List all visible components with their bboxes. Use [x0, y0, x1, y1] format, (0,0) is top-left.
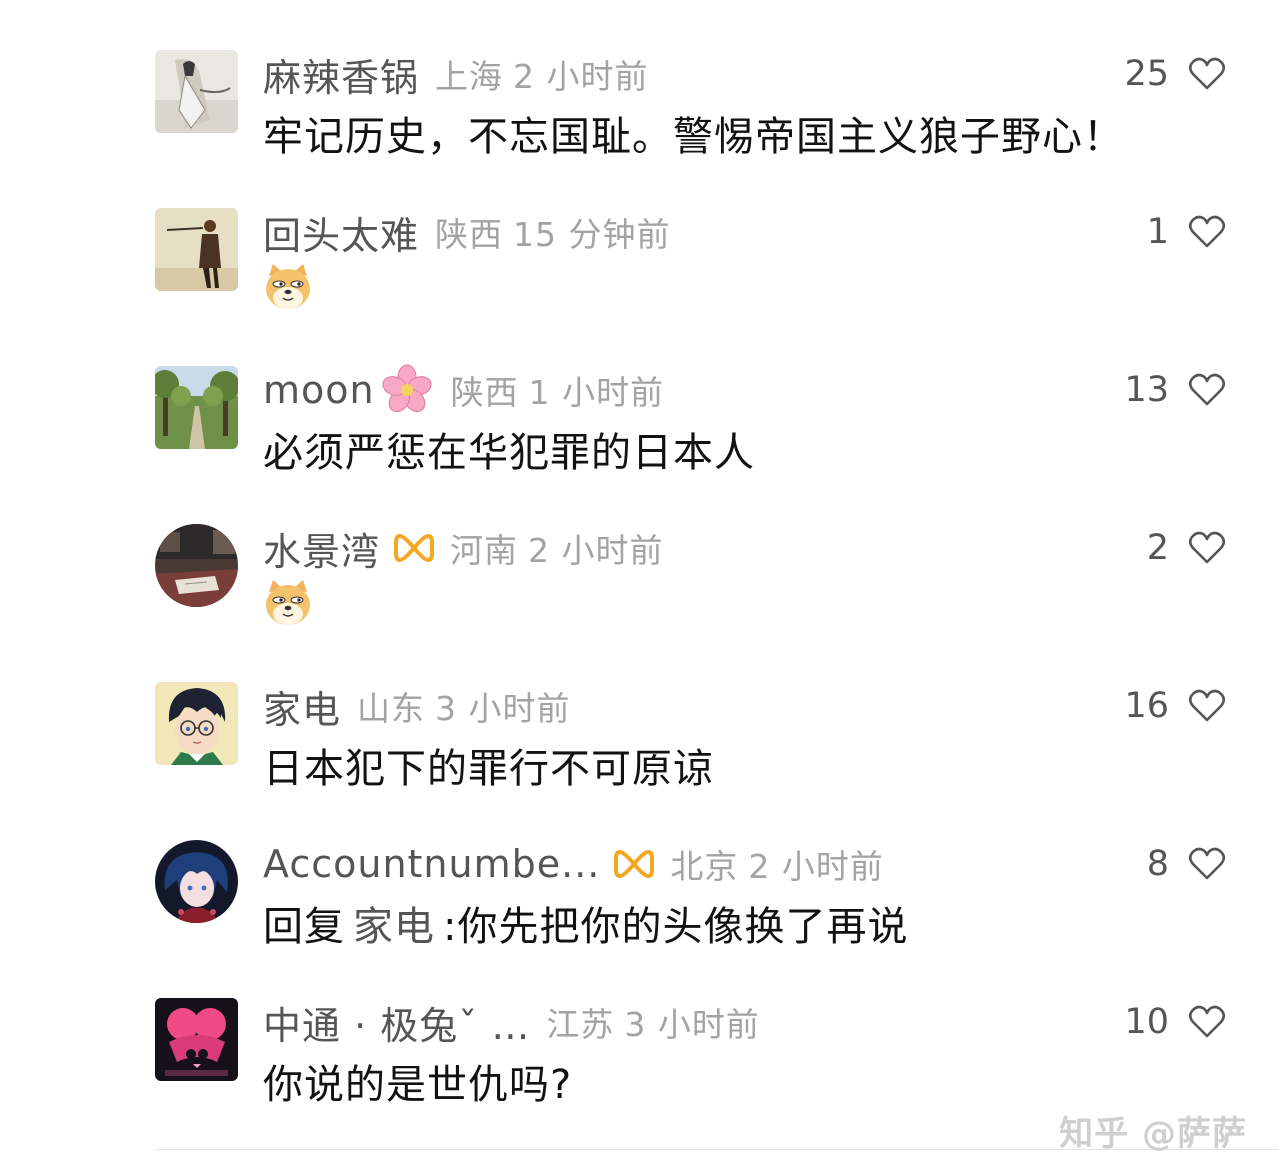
location: 陕西 [435, 215, 504, 254]
infinity-badge-icon [614, 844, 655, 884]
timestamp: 3 小时前 [624, 1005, 760, 1044]
comment-item: 麻辣香锅 上海 2 小时前 牢记历史，不忘国耻。警惕帝国主义狼子野心！ 25 [0, 42, 1279, 200]
like-button[interactable]: 13 [1124, 366, 1227, 414]
comment-text[interactable]: 必须严惩在华犯罪的日本人 [263, 420, 755, 478]
reply-target-username[interactable]: 家电 [353, 904, 435, 950]
like-count: 10 [1124, 1002, 1169, 1042]
avatar[interactable] [155, 998, 238, 1081]
location: 上海 [435, 57, 504, 96]
username[interactable]: 家电 [263, 679, 341, 734]
like-button[interactable]: 2 [1147, 524, 1227, 572]
like-button[interactable]: 10 [1124, 998, 1227, 1046]
location-time: 江苏 3 小时前 [546, 998, 760, 1046]
comment-item: 家电 山东 3 小时前 日本犯下的罪行不可原谅 16 [0, 674, 1279, 832]
comment-text[interactable]: 回复 家电:你先把你的头像换了再说 [263, 894, 908, 952]
avatar[interactable] [155, 208, 238, 291]
avatar[interactable] [155, 682, 238, 765]
location: 山东 [357, 689, 426, 728]
comment-text[interactable]: 你说的是世仇吗? [263, 1052, 572, 1110]
timestamp: 15 分钟前 [513, 215, 671, 254]
heart-icon[interactable] [1187, 844, 1227, 884]
location-time: 山东 3 小时前 [357, 682, 571, 730]
like-button[interactable]: 1 [1147, 208, 1227, 256]
location-time: 河南 2 小时前 [450, 524, 664, 572]
username[interactable]: 麻辣香锅 [263, 47, 419, 102]
username[interactable]: 回头太难 [263, 205, 419, 260]
heart-icon[interactable] [1187, 528, 1227, 568]
username[interactable]: Accountnumbe... [263, 842, 600, 886]
heart-icon[interactable] [1187, 212, 1227, 252]
heart-icon[interactable] [1187, 1002, 1227, 1042]
comment-text[interactable]: 日本犯下的罪行不可原谅 [263, 736, 714, 794]
reply-prefix: 回复 [263, 904, 345, 950]
like-count: 8 [1146, 844, 1169, 884]
comment-text[interactable]: 牢记历史，不忘国耻。警惕帝国主义狼子野心！ [263, 104, 1124, 162]
heart-icon[interactable] [1187, 54, 1227, 94]
like-count: 1 [1146, 212, 1169, 252]
location-time: 陕西 1 小时前 [451, 366, 665, 414]
avatar[interactable] [155, 524, 238, 607]
reply-text: :你先把你的头像换了再说 [443, 904, 909, 950]
comment-item: 水景湾 河南 2 小时前 2 [0, 516, 1279, 674]
watermark: 知乎 @萨萨 [1059, 1114, 1247, 1154]
username[interactable]: 水景湾 [263, 521, 380, 576]
like-button[interactable]: 16 [1124, 682, 1227, 730]
like-count: 16 [1124, 686, 1169, 726]
avatar[interactable] [155, 366, 238, 449]
avatar[interactable] [155, 840, 238, 923]
timestamp: 2 小时前 [513, 57, 649, 96]
comment-item: moon 陕西 1 小时前 必须严惩在华犯罪的日本人 13 [0, 358, 1279, 516]
location-time: 上海 2 小时前 [435, 50, 649, 98]
location-time: 北京 2 小时前 [670, 840, 884, 888]
like-count: 25 [1124, 54, 1169, 94]
comment-item: 回头太难 陕西 15 分钟前 1 [0, 200, 1279, 358]
like-button[interactable]: 8 [1147, 840, 1227, 888]
like-button[interactable]: 25 [1124, 50, 1227, 98]
location: 江苏 [546, 1005, 615, 1044]
location-time: 陕西 15 分钟前 [435, 208, 670, 256]
username[interactable]: moon [263, 368, 375, 412]
avatar[interactable] [155, 50, 238, 133]
heart-icon[interactable] [1187, 686, 1227, 726]
location: 河南 [450, 531, 519, 570]
timestamp: 3 小时前 [435, 689, 571, 728]
like-count: 2 [1146, 528, 1169, 568]
timestamp: 1 小时前 [528, 373, 665, 412]
comment-item: Accountnumbe... 北京 2 小时前 回复 家电:你先把你的头像换了再说… [0, 832, 1279, 990]
doge-emoji [263, 262, 313, 312]
location: 陕西 [450, 373, 519, 412]
doge-emoji [263, 578, 313, 628]
timestamp: 2 小时前 [748, 847, 884, 886]
username[interactable]: 中通 · 极兔ˇ … [263, 995, 530, 1050]
heart-icon[interactable] [1187, 370, 1227, 410]
timestamp: 2 小时前 [528, 531, 664, 570]
location: 北京 [670, 847, 739, 886]
infinity-badge-icon [394, 528, 435, 568]
cherry-blossom-icon [379, 362, 435, 418]
like-count: 13 [1124, 370, 1169, 410]
